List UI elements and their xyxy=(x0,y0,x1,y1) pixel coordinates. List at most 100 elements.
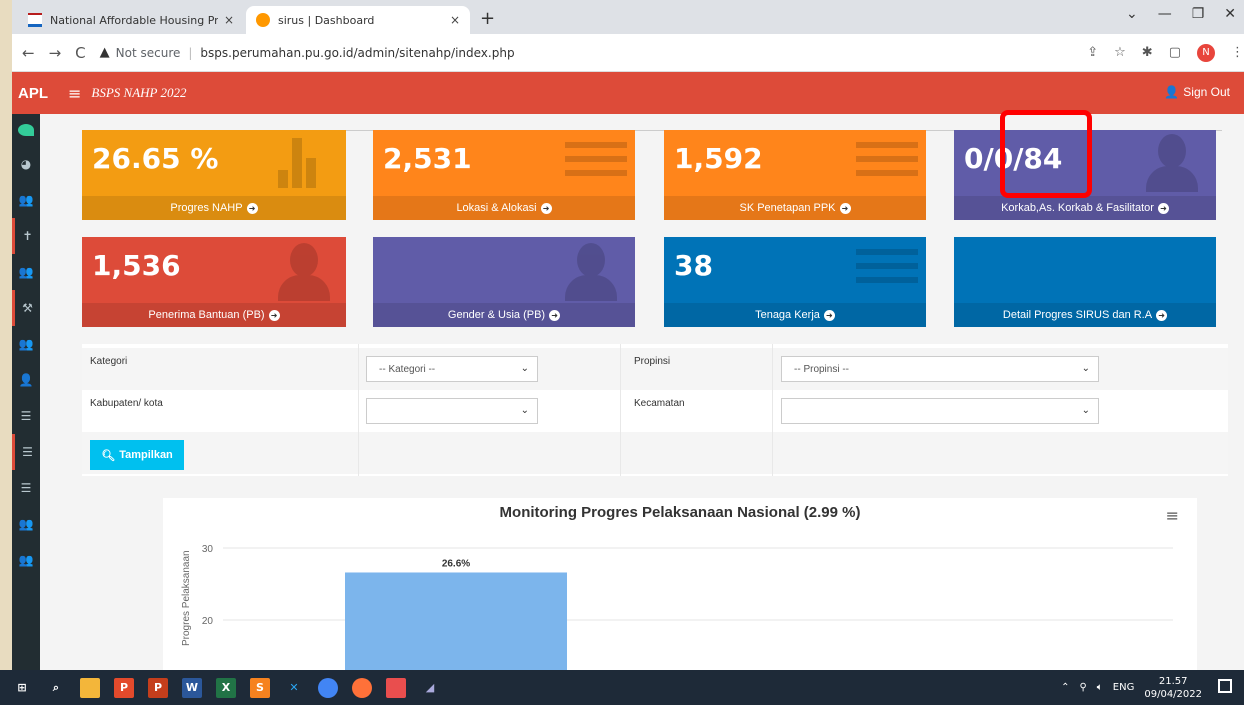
list-lines-icon xyxy=(565,142,627,182)
reload-icon[interactable]: C xyxy=(75,44,85,62)
network-icon[interactable]: ⚲ xyxy=(1079,682,1086,693)
users-icon: 👥 xyxy=(18,337,34,351)
red-highlight-annotation xyxy=(1000,110,1092,198)
box-value: 1,536 xyxy=(92,249,181,282)
box-footer-link[interactable]: Lokasi & Alokasi ➜ xyxy=(373,196,635,220)
search-icon: 🔍︎ xyxy=(101,449,116,462)
kategori-select[interactable]: -- Kategori -- ⌄ xyxy=(366,356,538,382)
app-logo[interactable]: APL xyxy=(12,85,68,102)
app-icon[interactable]: ◢ xyxy=(420,678,440,698)
box-value: 1,592 xyxy=(674,142,763,175)
kecamatan-select[interactable]: ⌄ xyxy=(781,398,1099,424)
sidebar-item-list-3[interactable]: ☰ xyxy=(12,470,40,506)
windows-taskbar: ⊞ ⌕ P P W X S ✕ ◢ ⌃ ⚲ 🔈︎ ENG 21.57 09/04… xyxy=(0,670,1244,705)
person-icon xyxy=(278,243,330,301)
windows-start-icon[interactable]: ⊞ xyxy=(12,678,32,698)
sidebar-item-members[interactable]: 👥 xyxy=(12,542,40,578)
sidebar-item-dashboard[interactable]: ◕ xyxy=(12,146,40,182)
excel-icon[interactable]: X xyxy=(216,677,236,698)
box-tenaga-kerja[interactable]: 38 Tenaga Kerja ➜ xyxy=(664,237,926,327)
forward-icon[interactable]: → xyxy=(49,44,62,62)
sidebar-item-group[interactable]: 👥 xyxy=(12,254,40,290)
chevron-up-icon[interactable]: ⌃ xyxy=(1061,682,1069,693)
users-icon: 👥 xyxy=(18,193,34,207)
list-lines-icon xyxy=(856,249,918,289)
box-footer-link[interactable]: Progres NAHP ➜ xyxy=(82,196,346,220)
close-tab-icon[interactable]: × xyxy=(450,13,460,27)
box-penerima-bantuan[interactable]: 1,536 Penerima Bantuan (PB) ➜ xyxy=(82,237,346,327)
tampilkan-button[interactable]: 🔍︎ Tampilkan xyxy=(90,440,184,470)
arrow-circle-right-icon: ➜ xyxy=(246,202,258,214)
word-icon[interactable]: W xyxy=(182,677,202,698)
top-navbar: APL ≡ BSPS NAHP 2022 👤 Sign Out xyxy=(12,72,1244,114)
notification-icon[interactable] xyxy=(1218,679,1232,693)
sidebar-item-list-1[interactable]: ☰ xyxy=(12,398,40,434)
sidebar-logo[interactable] xyxy=(12,114,40,146)
close-window-icon[interactable]: ✕ xyxy=(1224,6,1236,22)
sidebar-item-list-2[interactable]: ☰ xyxy=(12,434,40,470)
filter-row: Kategori -- Kategori -- ⌄ Propinsi -- Pro… xyxy=(82,348,1228,390)
restore-icon[interactable]: ❐ xyxy=(1192,6,1205,22)
file-explorer-icon[interactable] xyxy=(80,677,100,698)
sidebar-item-tools[interactable]: ⚒ xyxy=(12,290,40,326)
sidebar-item-users[interactable]: 👥 xyxy=(12,182,40,218)
url-field[interactable]: ▲ Not secure | bsps.perumahan.pu.go.id/a… xyxy=(100,39,1078,67)
box-footer-link[interactable]: Tenaga Kerja ➜ xyxy=(664,303,926,327)
url-text[interactable]: bsps.perumahan.pu.go.id/admin/sitenahp/i… xyxy=(200,46,514,60)
warning-icon[interactable]: ▲ xyxy=(100,45,110,60)
box-lokasi-alokasi[interactable]: 2,531 Lokasi & Alokasi ➜ xyxy=(373,130,635,220)
box-detail-progres[interactable]: Detail Progres SIRUS dan R.A ➜ xyxy=(954,237,1216,327)
app-icon[interactable]: P xyxy=(114,677,134,698)
box-sk-penetapan[interactable]: 1,592 SK Penetapan PPK ➜ xyxy=(664,130,926,220)
language-indicator[interactable]: ENG xyxy=(1113,682,1135,693)
sidebar-item-staff[interactable]: 👥 xyxy=(12,506,40,542)
profile-avatar[interactable]: N xyxy=(1197,43,1215,62)
progress-chart: Monitoring Progres Pelaksanaan Nasional … xyxy=(163,498,1197,670)
powerpoint-icon[interactable]: P xyxy=(148,677,168,698)
box-value: 38 xyxy=(674,249,713,282)
tab-nahp[interactable]: National Affordable Housing Pro × xyxy=(18,6,244,34)
back-icon[interactable]: ← xyxy=(22,44,35,62)
box-progres-nahp[interactable]: 26.65 % Progres NAHP ➜ xyxy=(82,130,346,220)
box-footer-link[interactable]: SK Penetapan PPK ➜ xyxy=(664,196,926,220)
sidebar-item-pin[interactable]: ✝ xyxy=(12,218,40,254)
firefox-icon[interactable] xyxy=(352,677,372,698)
share-icon[interactable]: ⇪ xyxy=(1087,45,1098,60)
chart-bar[interactable] xyxy=(345,572,567,670)
search-icon[interactable]: ⌕ xyxy=(46,678,66,698)
propinsi-label: Propinsi xyxy=(634,356,671,367)
vscode-icon[interactable]: ✕ xyxy=(284,678,304,698)
app-icon[interactable] xyxy=(386,677,406,698)
sidebar-item-user[interactable]: 👤 xyxy=(12,362,40,398)
volume-icon[interactable]: 🔈︎ xyxy=(1097,682,1103,693)
extensions-icon[interactable]: ✱ xyxy=(1142,45,1153,60)
box-footer-link[interactable]: Penerima Bantuan (PB) ➜ xyxy=(82,303,346,327)
browser-toolbar: ⇪ ☆ ✱ ▢ N ⋮ xyxy=(1087,43,1244,62)
chrome-icon[interactable] xyxy=(318,677,338,698)
box-footer-link[interactable]: Detail Progres SIRUS dan R.A ➜ xyxy=(954,303,1216,327)
kabupaten-select[interactable]: ⌄ xyxy=(366,398,538,424)
sublime-icon[interactable]: S xyxy=(250,677,270,698)
box-gender-usia[interactable]: Gender & Usia (PB) ➜ xyxy=(373,237,635,327)
new-tab-button[interactable]: + xyxy=(480,8,495,29)
y-tick-label: 30 xyxy=(202,544,214,555)
box-footer-link[interactable]: Korkab,As. Korkab & Fasilitator ➜ xyxy=(954,196,1216,220)
sidebar-item-team[interactable]: 👥 xyxy=(12,326,40,362)
chevron-down-icon: ⌄ xyxy=(1081,363,1090,374)
url-separator: | xyxy=(188,45,193,60)
tab-sirus-dashboard[interactable]: sirus | Dashboard × xyxy=(246,6,470,34)
tab-search-icon[interactable]: ⌄ xyxy=(1126,6,1138,22)
menu-dots-icon[interactable]: ⋮ xyxy=(1231,45,1244,60)
hamburger-icon[interactable]: ≡ xyxy=(68,84,81,103)
sidepanel-icon[interactable]: ▢ xyxy=(1169,45,1181,60)
address-bar: ← → C ▲ Not secure | bsps.perumahan.pu.g… xyxy=(12,34,1244,72)
propinsi-select[interactable]: -- Propinsi -- ⌄ xyxy=(781,356,1099,382)
sign-out-button[interactable]: 👤 Sign Out xyxy=(1164,85,1230,99)
bookmark-star-icon[interactable]: ☆ xyxy=(1114,45,1126,60)
minimize-icon[interactable]: — xyxy=(1158,6,1172,22)
clock[interactable]: 21.57 09/04/2022 xyxy=(1144,675,1202,701)
nahp-favicon-icon xyxy=(28,13,42,27)
box-footer-link[interactable]: Gender & Usia (PB) ➜ xyxy=(373,303,635,327)
person-icon xyxy=(1146,134,1198,192)
close-tab-icon[interactable]: × xyxy=(224,13,234,27)
